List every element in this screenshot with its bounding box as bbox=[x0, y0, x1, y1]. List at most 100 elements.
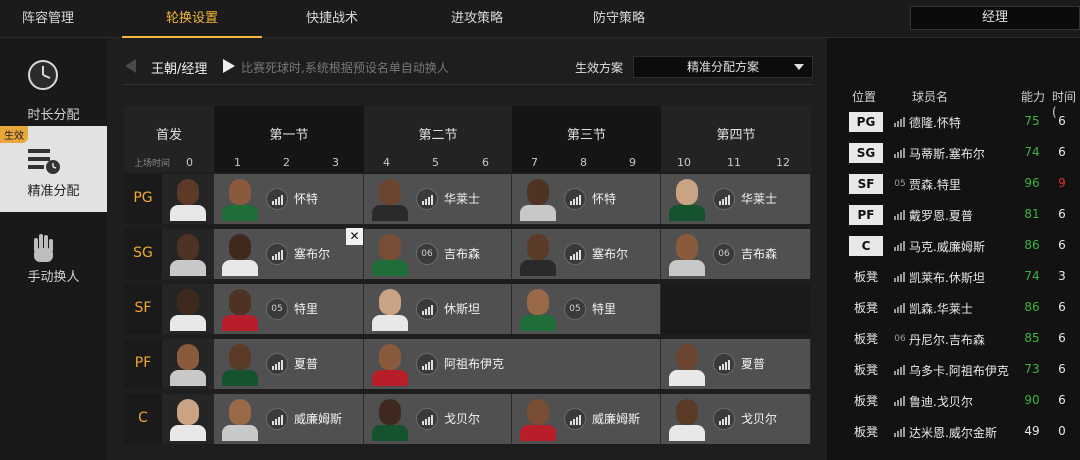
minute-mark: 10 bbox=[677, 156, 691, 169]
roster-row[interactable]: 板凳 凯莱布.休斯坦 74 3 bbox=[837, 264, 1080, 290]
roster-position: SG bbox=[849, 143, 883, 163]
rotation-segment[interactable]: 休斯坦 bbox=[364, 284, 512, 334]
rotation-segment[interactable]: 05 特里 bbox=[214, 284, 364, 334]
minute-mark: 2 bbox=[283, 156, 290, 169]
roster-player-name: 凯森.华莱士 bbox=[909, 302, 973, 316]
roster-rating: 85 bbox=[1024, 331, 1040, 345]
starter-cell[interactable] bbox=[162, 339, 214, 389]
sidebar: 时长分配 生效 精准分配 手动换人 bbox=[0, 38, 107, 460]
rotation-segment[interactable]: 06 吉布森 bbox=[364, 229, 512, 279]
roster-row[interactable]: PF 戴罗恩.夏普 81 6 bbox=[837, 202, 1080, 228]
rotation-segment[interactable]: 阿祖布伊克 bbox=[364, 339, 661, 389]
roster-position: 板凳 bbox=[853, 425, 878, 439]
roster-player-name: 戴罗恩.夏普 bbox=[909, 209, 973, 223]
rotation-segment[interactable]: 威廉姆斯 bbox=[214, 394, 364, 444]
active-badge: 生效 bbox=[0, 126, 28, 143]
rotation-segment[interactable]: 怀特 bbox=[214, 174, 364, 224]
rotation-segment[interactable]: 06 吉布森 bbox=[661, 229, 811, 279]
rotation-segment[interactable]: 华莱士 bbox=[364, 174, 512, 224]
rotation-segment[interactable]: 塞布尔 bbox=[512, 229, 661, 279]
tab-offense-strategy[interactable]: 进攻策略 bbox=[407, 0, 547, 38]
starter-header-label: 首发 bbox=[155, 128, 182, 143]
roster-position: PG bbox=[849, 112, 883, 132]
plan-label: 生效方案 bbox=[575, 61, 624, 75]
roster-rating: 49 bbox=[1024, 424, 1040, 438]
rotation-slot-icon bbox=[891, 361, 909, 379]
segment-player-name: 夏普 bbox=[294, 357, 319, 371]
player-portrait bbox=[220, 287, 260, 331]
roster-col-rating: 能力 bbox=[1021, 90, 1046, 104]
segment-player-name: 夏普 bbox=[741, 357, 766, 371]
rotation-segment[interactable]: 夏普 bbox=[214, 339, 364, 389]
role-select[interactable]: 经理 bbox=[910, 6, 1080, 30]
minute-mark: 11 bbox=[727, 156, 741, 169]
roster-row[interactable]: 板凳 凯森.华莱士 86 6 bbox=[837, 295, 1080, 321]
rotation-segment[interactable]: 怀特 bbox=[512, 174, 661, 224]
sidebar-item-precise[interactable]: 生效 精准分配 bbox=[0, 126, 107, 212]
roster-position: 板凳 bbox=[853, 301, 878, 315]
starter-cell[interactable] bbox=[162, 229, 214, 279]
tab-defense-strategy[interactable]: 防守策略 bbox=[549, 0, 689, 38]
rotation-segment[interactable]: 戈贝尔 bbox=[661, 394, 811, 444]
roster-rating: 81 bbox=[1024, 207, 1040, 221]
roster-rating: 74 bbox=[1024, 145, 1040, 159]
player-portrait bbox=[518, 177, 558, 221]
rotation-slot-icon: 05 bbox=[564, 298, 586, 320]
minute-mark: 12 bbox=[776, 156, 790, 169]
tab-quick-tactics[interactable]: 快捷战术 bbox=[262, 0, 402, 38]
rotation-slot-icon bbox=[416, 408, 438, 430]
rotation-slot-icon bbox=[266, 188, 288, 210]
roster-player-name: 丹尼尔.吉布森 bbox=[909, 333, 985, 347]
plan-select[interactable]: 精准分配方案 bbox=[633, 56, 813, 78]
rule-description: 比赛死球时,系统根据预设名单自动换人 bbox=[241, 61, 449, 75]
starter-cell[interactable] bbox=[162, 284, 214, 334]
rotation-slot-icon bbox=[266, 353, 288, 375]
starter-cell[interactable] bbox=[162, 174, 214, 224]
roster-row[interactable]: 板凳 达米恩.威尔金斯 49 0 bbox=[837, 419, 1080, 445]
roster-row[interactable]: 板凳 鲁迪.戈贝尔 90 6 bbox=[837, 388, 1080, 414]
rotation-slot-icon bbox=[891, 392, 909, 410]
sidebar-item-manual[interactable]: 手动换人 bbox=[0, 226, 107, 290]
rotation-segment[interactable]: 塞布尔 bbox=[214, 229, 364, 279]
roster-rating: 74 bbox=[1024, 269, 1040, 283]
back-arrow-icon[interactable] bbox=[125, 59, 137, 73]
roster-row[interactable]: PG 德隆.怀特 75 6 bbox=[837, 109, 1080, 135]
roster-player-name: 达米恩.威尔金斯 bbox=[909, 426, 997, 440]
sidebar-item-duration-label: 时长分配 bbox=[27, 108, 80, 123]
roster-rating: 75 bbox=[1024, 114, 1040, 128]
roster-rating: 96 bbox=[1024, 176, 1040, 190]
rotation-panel: 王朝/经理 比赛死球时,系统根据预设名单自动换人 生效方案 精准分配方案 首发 … bbox=[107, 38, 827, 460]
rotation-slot-icon bbox=[564, 243, 586, 265]
rotation-segment[interactable]: 05 特里 bbox=[512, 284, 661, 334]
rotation-slot-icon: 06 bbox=[416, 243, 438, 265]
segment-player-name: 华莱士 bbox=[741, 192, 778, 206]
sidebar-item-precise-label: 精准分配 bbox=[27, 184, 80, 199]
roster-panel: 位置 球员名 能力 时间( PG 德隆.怀特 75 6 SG 马蒂斯.塞布尔 74 6 SF 05… bbox=[827, 38, 1080, 460]
roster-row[interactable]: 板凳 乌多卡.阿祖布伊克 73 6 bbox=[837, 357, 1080, 383]
quarter-1-label: 第一节 bbox=[269, 128, 309, 143]
sidebar-item-duration[interactable]: 时长分配 bbox=[0, 52, 107, 128]
player-portrait bbox=[168, 287, 208, 331]
sidebar-item-manual-label: 手动换人 bbox=[27, 270, 80, 285]
roster-row[interactable]: C 马克.威廉姆斯 86 6 bbox=[837, 233, 1080, 259]
rotation-slot-icon: 06 bbox=[894, 334, 906, 344]
rotation-segment[interactable]: 威廉姆斯 bbox=[512, 394, 661, 444]
quarter-4-label: 第四节 bbox=[716, 128, 756, 143]
rotation-slot-icon bbox=[266, 243, 288, 265]
player-portrait bbox=[220, 177, 260, 221]
roster-row[interactable]: SG 马蒂斯.塞布尔 74 6 bbox=[837, 140, 1080, 166]
remove-segment-button[interactable]: ✕ bbox=[346, 228, 363, 245]
roster-position: 板凳 bbox=[853, 363, 878, 377]
rotation-segment[interactable]: 夏普 bbox=[661, 339, 811, 389]
roster-minutes: 9 bbox=[1058, 176, 1066, 190]
rotation-slot-icon bbox=[891, 299, 909, 317]
starter-cell[interactable] bbox=[162, 394, 214, 444]
tab-lineup-management[interactable]: 阵容管理 bbox=[0, 0, 96, 38]
roster-row[interactable]: SF 05 贾森.特里 96 9 bbox=[837, 171, 1080, 197]
tab-rotation-settings[interactable]: 轮换设置 bbox=[122, 0, 262, 38]
rotation-segment[interactable]: 戈贝尔 bbox=[364, 394, 512, 444]
rotation-segment[interactable]: 华莱士 bbox=[661, 174, 811, 224]
roster-row[interactable]: 板凳 06 丹尼尔.吉布森 85 6 bbox=[837, 326, 1080, 352]
player-portrait bbox=[220, 397, 260, 441]
roster-player-name: 鲁迪.戈贝尔 bbox=[909, 395, 973, 409]
